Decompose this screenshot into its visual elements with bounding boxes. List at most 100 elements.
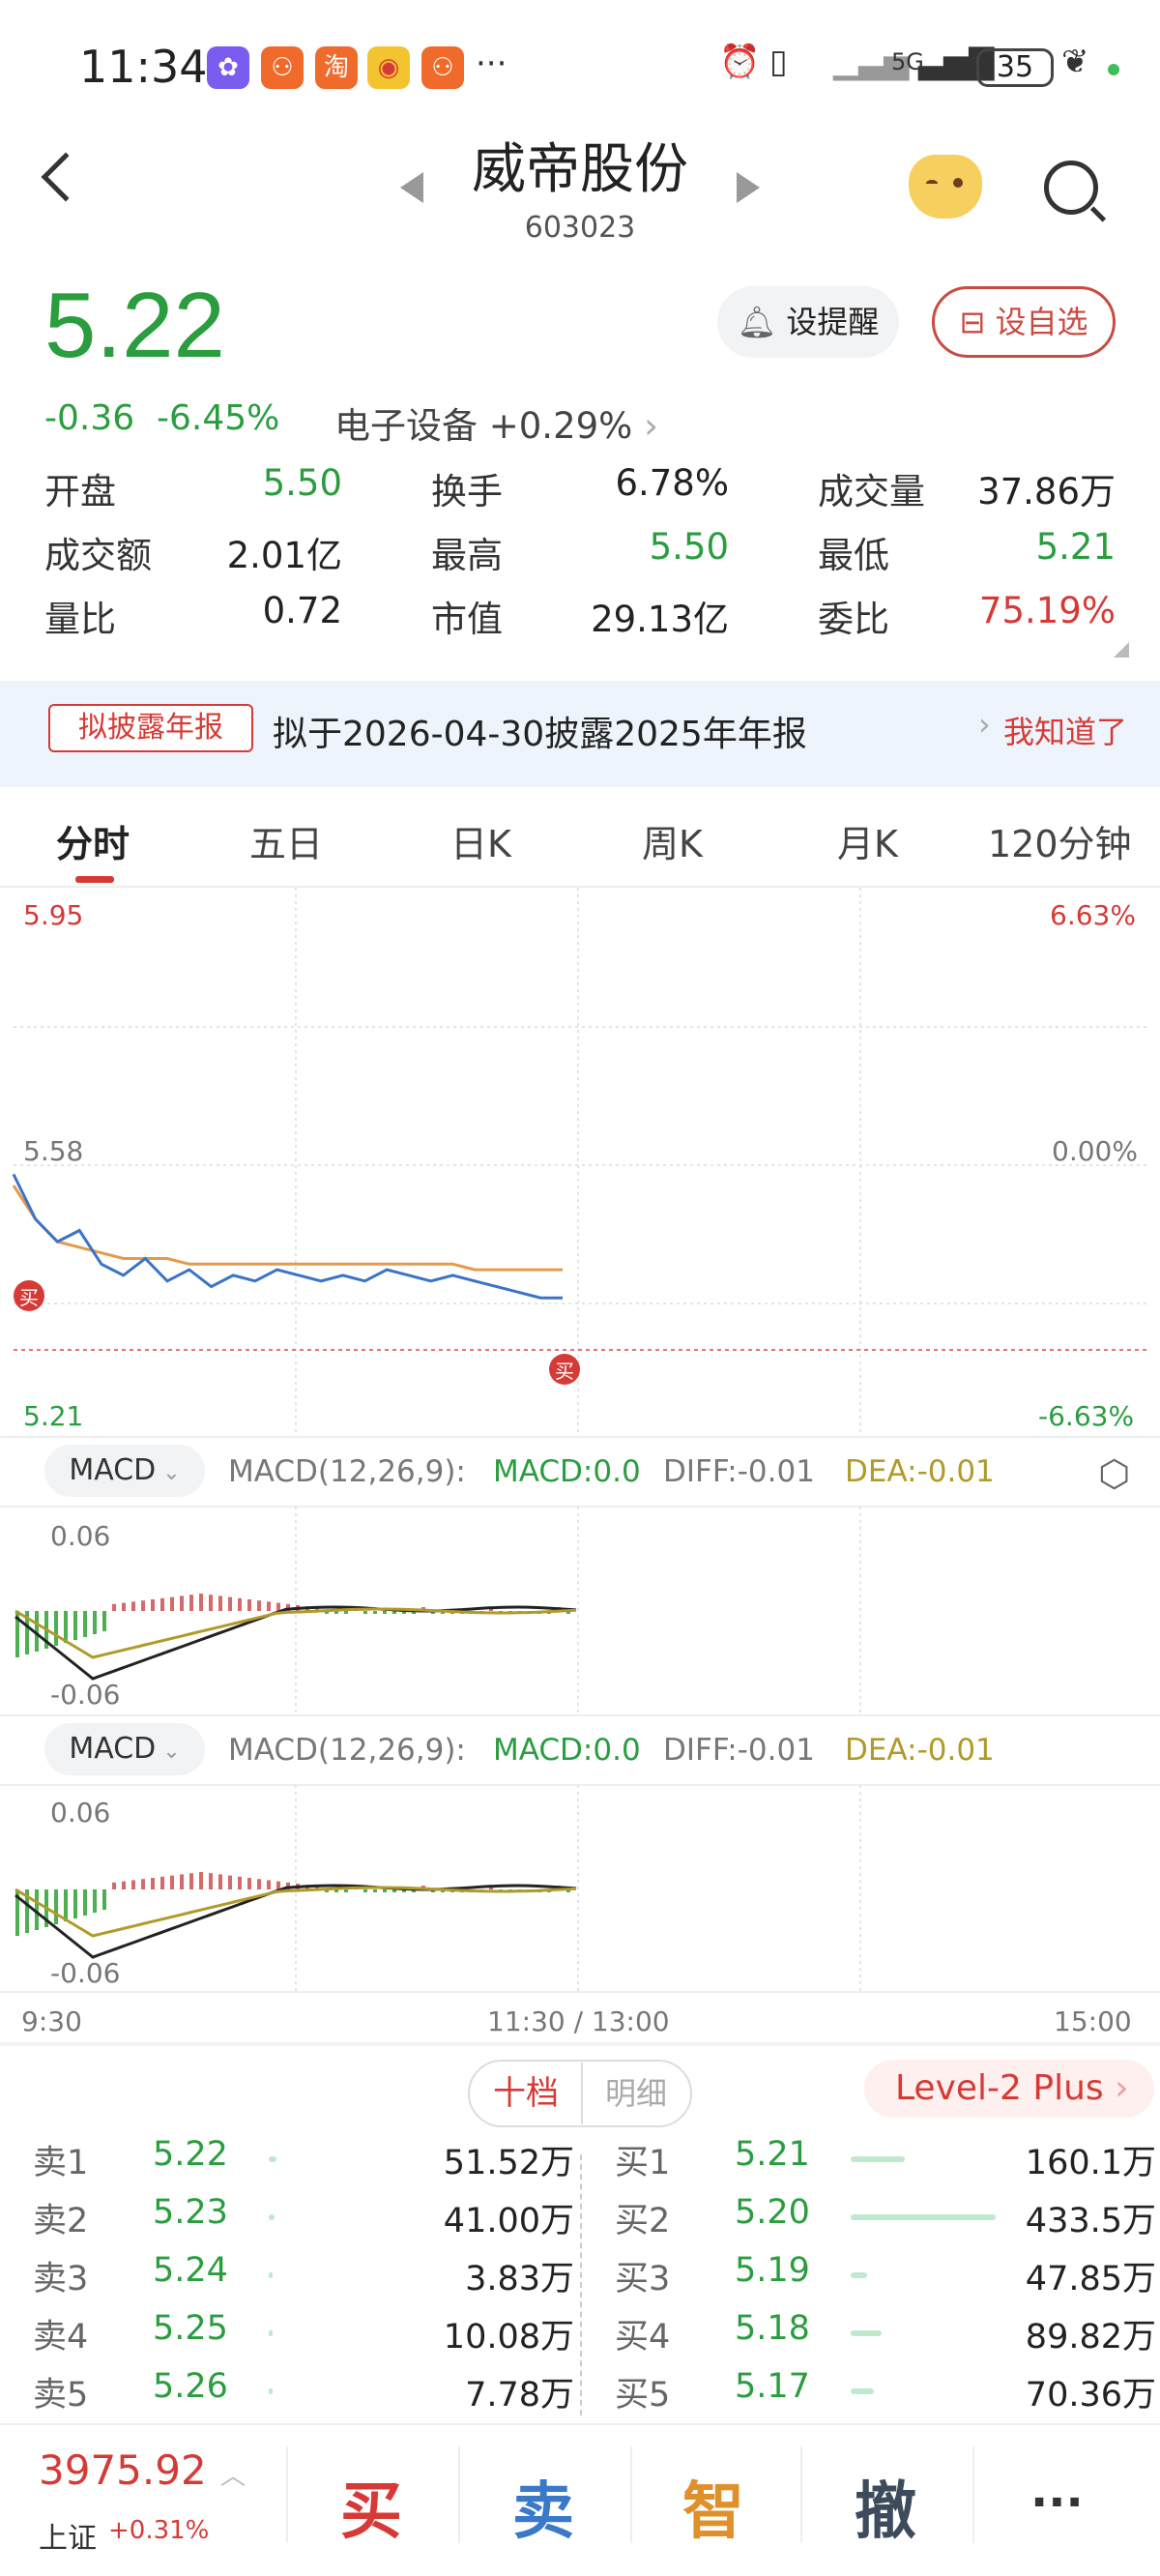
weibo-icon: ◉ bbox=[367, 46, 410, 89]
price-change-pct: -6.45% bbox=[157, 398, 280, 438]
buy-button[interactable]: 买 bbox=[340, 2462, 402, 2551]
stat-value: 37.86万 bbox=[977, 471, 1116, 512]
ask-level-label: 卖3 bbox=[33, 2260, 89, 2298]
stat-value: 29.13亿 bbox=[591, 599, 729, 640]
tab-daily-k[interactable]: 日K bbox=[450, 814, 511, 867]
bid-price: 5.18 bbox=[735, 2309, 810, 2348]
smart-button[interactable]: 智 bbox=[682, 2462, 744, 2551]
more-button[interactable]: ··· bbox=[1030, 2475, 1084, 2530]
expand-corner-icon[interactable] bbox=[1114, 642, 1129, 658]
ask-volume: 7.78万 bbox=[465, 2376, 574, 2415]
macd-bar bbox=[151, 1878, 155, 1889]
stat-value: 5.21 bbox=[1035, 526, 1116, 568]
indicator-selector[interactable]: MACD ⌄ bbox=[44, 1445, 205, 1497]
stat-label: 成交量 bbox=[818, 471, 925, 512]
bid-price: 5.20 bbox=[735, 2193, 810, 2232]
bid-price: 5.17 bbox=[735, 2367, 810, 2406]
index-value[interactable]: 3975.92 bbox=[39, 2446, 207, 2494]
bid-level-label: 买2 bbox=[615, 2202, 671, 2240]
macd-bar bbox=[344, 1611, 348, 1614]
ask-volume: 10.08万 bbox=[443, 2318, 574, 2356]
battery-icon: 35 bbox=[976, 48, 1054, 87]
bid-volume: 47.85万 bbox=[1025, 2260, 1156, 2298]
bid-volume-bar bbox=[851, 2156, 905, 2162]
level2-label: Level-2 Plus bbox=[895, 2068, 1104, 2108]
macd-bar bbox=[383, 1611, 387, 1614]
macd-axis-top: 0.06 bbox=[50, 1520, 111, 1552]
status-time: 11:34 bbox=[79, 41, 208, 93]
bell-icon: 🔔︎ bbox=[737, 304, 787, 340]
ask-level-label: 卖5 bbox=[33, 2376, 89, 2415]
add-watchlist-button[interactable]: ⊟ 设自选 bbox=[932, 286, 1116, 358]
notice-text: 拟于2026-04-30披露2025年年报 bbox=[273, 715, 807, 754]
indicator-label: MACD bbox=[69, 1453, 157, 1487]
level2-plus-button[interactable]: Level-2 Plus › bbox=[864, 2060, 1154, 2118]
buy-marker-label: 买 bbox=[555, 1360, 574, 1383]
set-alert-label: 设提醒 bbox=[786, 304, 880, 340]
ask-volume-bar bbox=[269, 2272, 273, 2278]
set-alert-button[interactable]: 🔔︎ 设提醒 bbox=[717, 286, 899, 358]
sell-button[interactable]: 卖 bbox=[512, 2462, 574, 2551]
macd-bar bbox=[93, 1611, 97, 1634]
tab-intraday[interactable]: 分时 bbox=[56, 814, 130, 867]
app-notification-icon: ✿ bbox=[207, 46, 249, 89]
macd-bar bbox=[64, 1611, 68, 1643]
tab-weekly-k[interactable]: 周K bbox=[642, 814, 703, 867]
mascot-icon[interactable] bbox=[909, 155, 982, 219]
indicator-selector[interactable]: MACD ⌄ bbox=[44, 1723, 205, 1775]
notice-dismiss-button[interactable]: 我知道了 bbox=[1003, 708, 1127, 752]
app-notification-icon: ⚇ bbox=[421, 46, 464, 89]
tab-details[interactable]: 明细 bbox=[583, 2063, 689, 2124]
pct-axis-low: -6.63% bbox=[1038, 1400, 1135, 1432]
macd-bar bbox=[64, 1889, 68, 1921]
macd-axis-bottom: -0.06 bbox=[50, 1957, 121, 1989]
dea-value: DEA:-0.01 bbox=[845, 1733, 995, 1768]
sector-link[interactable]: 电子设备 +0.29% › bbox=[334, 396, 658, 449]
macd-axis-bottom: -0.06 bbox=[50, 1679, 121, 1711]
buy-marker-label: 买 bbox=[19, 1286, 39, 1309]
ask-level-label: 卖1 bbox=[33, 2144, 89, 2182]
macd-bar bbox=[189, 1595, 193, 1611]
macd-params: MACD(12,26,9): bbox=[228, 1733, 466, 1768]
tab-five-day[interactable]: 五日 bbox=[249, 814, 323, 867]
ask-price: 5.25 bbox=[153, 2309, 228, 2348]
macd-bar bbox=[112, 1603, 116, 1611]
time-axis-mid: 11:30 / 13:00 bbox=[487, 2005, 670, 2037]
tab-ten-levels[interactable]: 十档 bbox=[471, 2063, 583, 2124]
ask-volume: 51.52万 bbox=[443, 2144, 574, 2182]
next-stock-icon[interactable] bbox=[737, 172, 760, 203]
taobao-icon: 淘 bbox=[315, 46, 358, 89]
bid-level-label: 买3 bbox=[615, 2260, 671, 2298]
stat-value: 6.78% bbox=[615, 462, 729, 504]
stat-label: 最高 bbox=[431, 535, 503, 576]
bid-volume-bar bbox=[851, 2214, 996, 2220]
macd-histogram bbox=[15, 1594, 570, 1657]
macd-bar bbox=[344, 1889, 348, 1892]
macd-bar bbox=[170, 1875, 174, 1889]
divider bbox=[972, 2446, 974, 2543]
macd-bar bbox=[131, 1601, 135, 1611]
macd-value: MACD:0.0 bbox=[493, 1733, 641, 1768]
divider bbox=[0, 2042, 1160, 2046]
ask-volume: 41.00万 bbox=[443, 2202, 574, 2240]
macd-bar bbox=[238, 1876, 242, 1889]
macd-params: MACD(12,26,9): bbox=[228, 1454, 466, 1489]
cancel-order-button[interactable]: 撤 bbox=[855, 2462, 916, 2551]
stat-label: 开盘 bbox=[44, 471, 116, 512]
macd-bar bbox=[218, 1874, 222, 1889]
bid-level-label: 买5 bbox=[615, 2376, 671, 2415]
stat-value: 2.01亿 bbox=[226, 535, 342, 576]
tab-monthly-k[interactable]: 月K bbox=[837, 814, 898, 867]
index-change: +0.31% bbox=[108, 2516, 210, 2545]
dea-value: DEA:-0.01 bbox=[845, 1454, 995, 1489]
pct-axis-mid: 0.00% bbox=[1052, 1135, 1138, 1167]
macd-bar bbox=[247, 1599, 251, 1611]
sector-label: 电子设备 +0.29% bbox=[334, 405, 633, 447]
time-axis-end: 15:00 bbox=[1054, 2005, 1132, 2037]
price-axis-low: 5.21 bbox=[23, 1400, 84, 1432]
settings-icon[interactable]: ⬡ bbox=[1098, 1452, 1130, 1495]
search-icon[interactable] bbox=[1044, 161, 1098, 215]
tab-120min[interactable]: 120分钟 bbox=[988, 814, 1132, 867]
ask-price: 5.23 bbox=[153, 2193, 228, 2232]
bid-volume-bar bbox=[851, 2388, 874, 2394]
